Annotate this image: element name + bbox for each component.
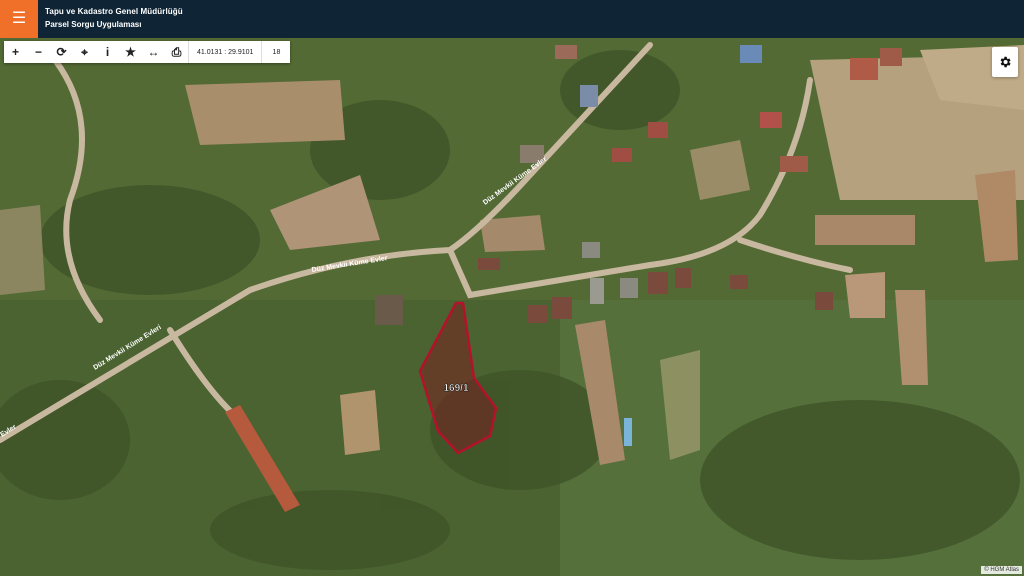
gear-icon bbox=[1000, 56, 1011, 68]
zoom-in-button[interactable]: + bbox=[4, 41, 27, 63]
menu-button[interactable]: ☰ bbox=[0, 0, 38, 38]
refresh-icon[interactable]: ⟳ bbox=[50, 41, 73, 63]
info-icon[interactable]: i bbox=[96, 41, 119, 63]
settings-button[interactable] bbox=[992, 47, 1018, 77]
locate-icon[interactable]: ⌖ bbox=[73, 41, 96, 63]
measure-icon[interactable]: ↔ bbox=[142, 41, 165, 63]
star-icon[interactable]: ★ bbox=[119, 41, 142, 63]
map-toolbar: + − ⟳ ⌖ i ★ ↔ ⎙ 41.0131 : 29.9101 18 bbox=[4, 41, 291, 63]
map-attribution: © HGM Atlas bbox=[981, 566, 1022, 574]
menu-icon: ☰ bbox=[11, 10, 27, 27]
app-subtitle: Parsel Sorgu Uygulaması bbox=[45, 20, 142, 29]
satellite-map[interactable]: Düz Mevkii Küme Evler Düz Mevkii Küme Ev… bbox=[0, 38, 1024, 576]
map-imagery: Düz Mevkii Küme Evler Düz Mevkii Küme Ev… bbox=[0, 38, 1024, 576]
zoom-out-button[interactable]: − bbox=[27, 41, 50, 63]
parcel-label: 169/1 bbox=[443, 383, 468, 394]
zoom-level: 18 bbox=[261, 41, 290, 63]
coordinate-readout: 41.0131 : 29.9101 bbox=[188, 41, 261, 63]
print-icon[interactable]: ⎙ bbox=[165, 41, 188, 63]
app-header: ☰ Tapu ve Kadastro Genel Müdürlüğü Parse… bbox=[0, 0, 1024, 38]
app-title: Tapu ve Kadastro Genel Müdürlüğü bbox=[45, 7, 183, 16]
